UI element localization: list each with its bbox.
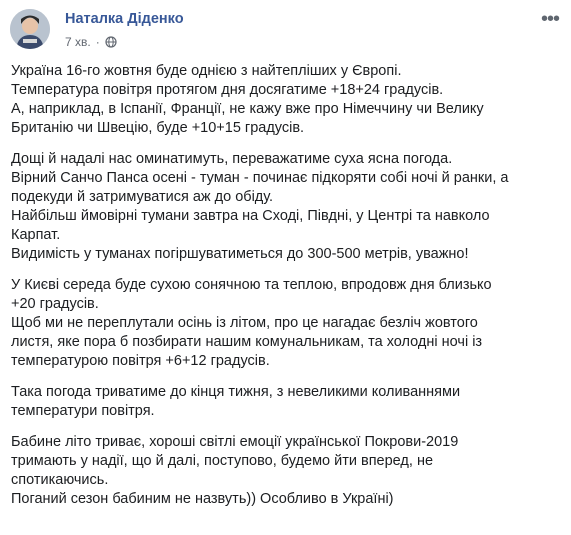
post-text-line: +20 градусів. <box>11 296 99 312</box>
post-text-line: Температура повітря протягом дня досягат… <box>11 82 444 98</box>
post-text-line: Карпат. <box>11 227 61 243</box>
author-name[interactable]: Наталка Діденко <box>65 11 184 27</box>
post-text-line: А, наприклад, в Іспанії, Франції, не каж… <box>11 101 484 117</box>
more-options-icon[interactable]: ••• <box>541 9 560 29</box>
post-text-line: Дощі й надалі нас оминатимуть, переважат… <box>11 151 453 167</box>
post-text-line: Видимість у туманах погіршуватиметься до… <box>11 246 469 262</box>
meta-separator: · <box>95 35 100 49</box>
post-paragraph: Така погода триватиме до кінця тижня, з … <box>11 383 561 421</box>
post-text: Україна 16-го жовтня буде однією з найте… <box>11 62 561 509</box>
post-text-line: Така погода триватиме до кінця тижня, з … <box>11 384 461 400</box>
post-header: Наталка Діденко 7 хв. · ••• <box>10 9 561 57</box>
post-text-line: Щоб ми не переплутали осінь із літом, пр… <box>11 315 478 331</box>
post-text-line: Україна 16-го жовтня буде однією з найте… <box>11 63 402 79</box>
post-text-line: Найбільш ймовірні тумани завтра на Сході… <box>11 208 490 224</box>
post-text-line: Бабине літо триває, хороші світлі емоції… <box>11 434 459 450</box>
post-text-line: листя, яке пора б позбирати нашим комуна… <box>11 334 483 350</box>
globe-icon[interactable] <box>105 36 117 48</box>
post-paragraph: У Києві середа буде сухою сонячною та те… <box>11 276 561 371</box>
post-paragraph: Україна 16-го жовтня буде однією з найте… <box>11 62 561 138</box>
post-text-line: У Києві середа буде сухою сонячною та те… <box>11 277 492 293</box>
post-paragraph: Дощі й надалі нас оминатимуть, переважат… <box>11 150 561 264</box>
avatar[interactable] <box>10 9 50 49</box>
post-text-line: Британію чи Швецію, буде +10+15 градусів… <box>11 120 305 136</box>
post-paragraph: Бабине літо триває, хороші світлі емоції… <box>11 433 561 509</box>
facebook-post: Наталка Діденко 7 хв. · ••• Україна 16-г… <box>0 0 571 535</box>
post-text-line: Поганий сезон бабиним не назвуть)) Особл… <box>11 491 394 507</box>
avatar-image <box>10 9 50 49</box>
post-text-line: тримають у надії, що й далі, поступово, … <box>11 453 434 469</box>
post-text-line: температури повітря. <box>11 403 155 419</box>
post-text-line: подекуди й затримуватися аж до обіду. <box>11 189 274 205</box>
post-meta: 7 хв. · <box>65 35 117 49</box>
post-text-line: спотикаючись. <box>11 472 109 488</box>
post-time[interactable]: 7 хв. <box>65 35 91 49</box>
post-text-line: Вірний Санчо Панса осені - туман - почин… <box>11 170 509 186</box>
post-text-line: температурою повітря +6+12 градусів. <box>11 353 270 369</box>
